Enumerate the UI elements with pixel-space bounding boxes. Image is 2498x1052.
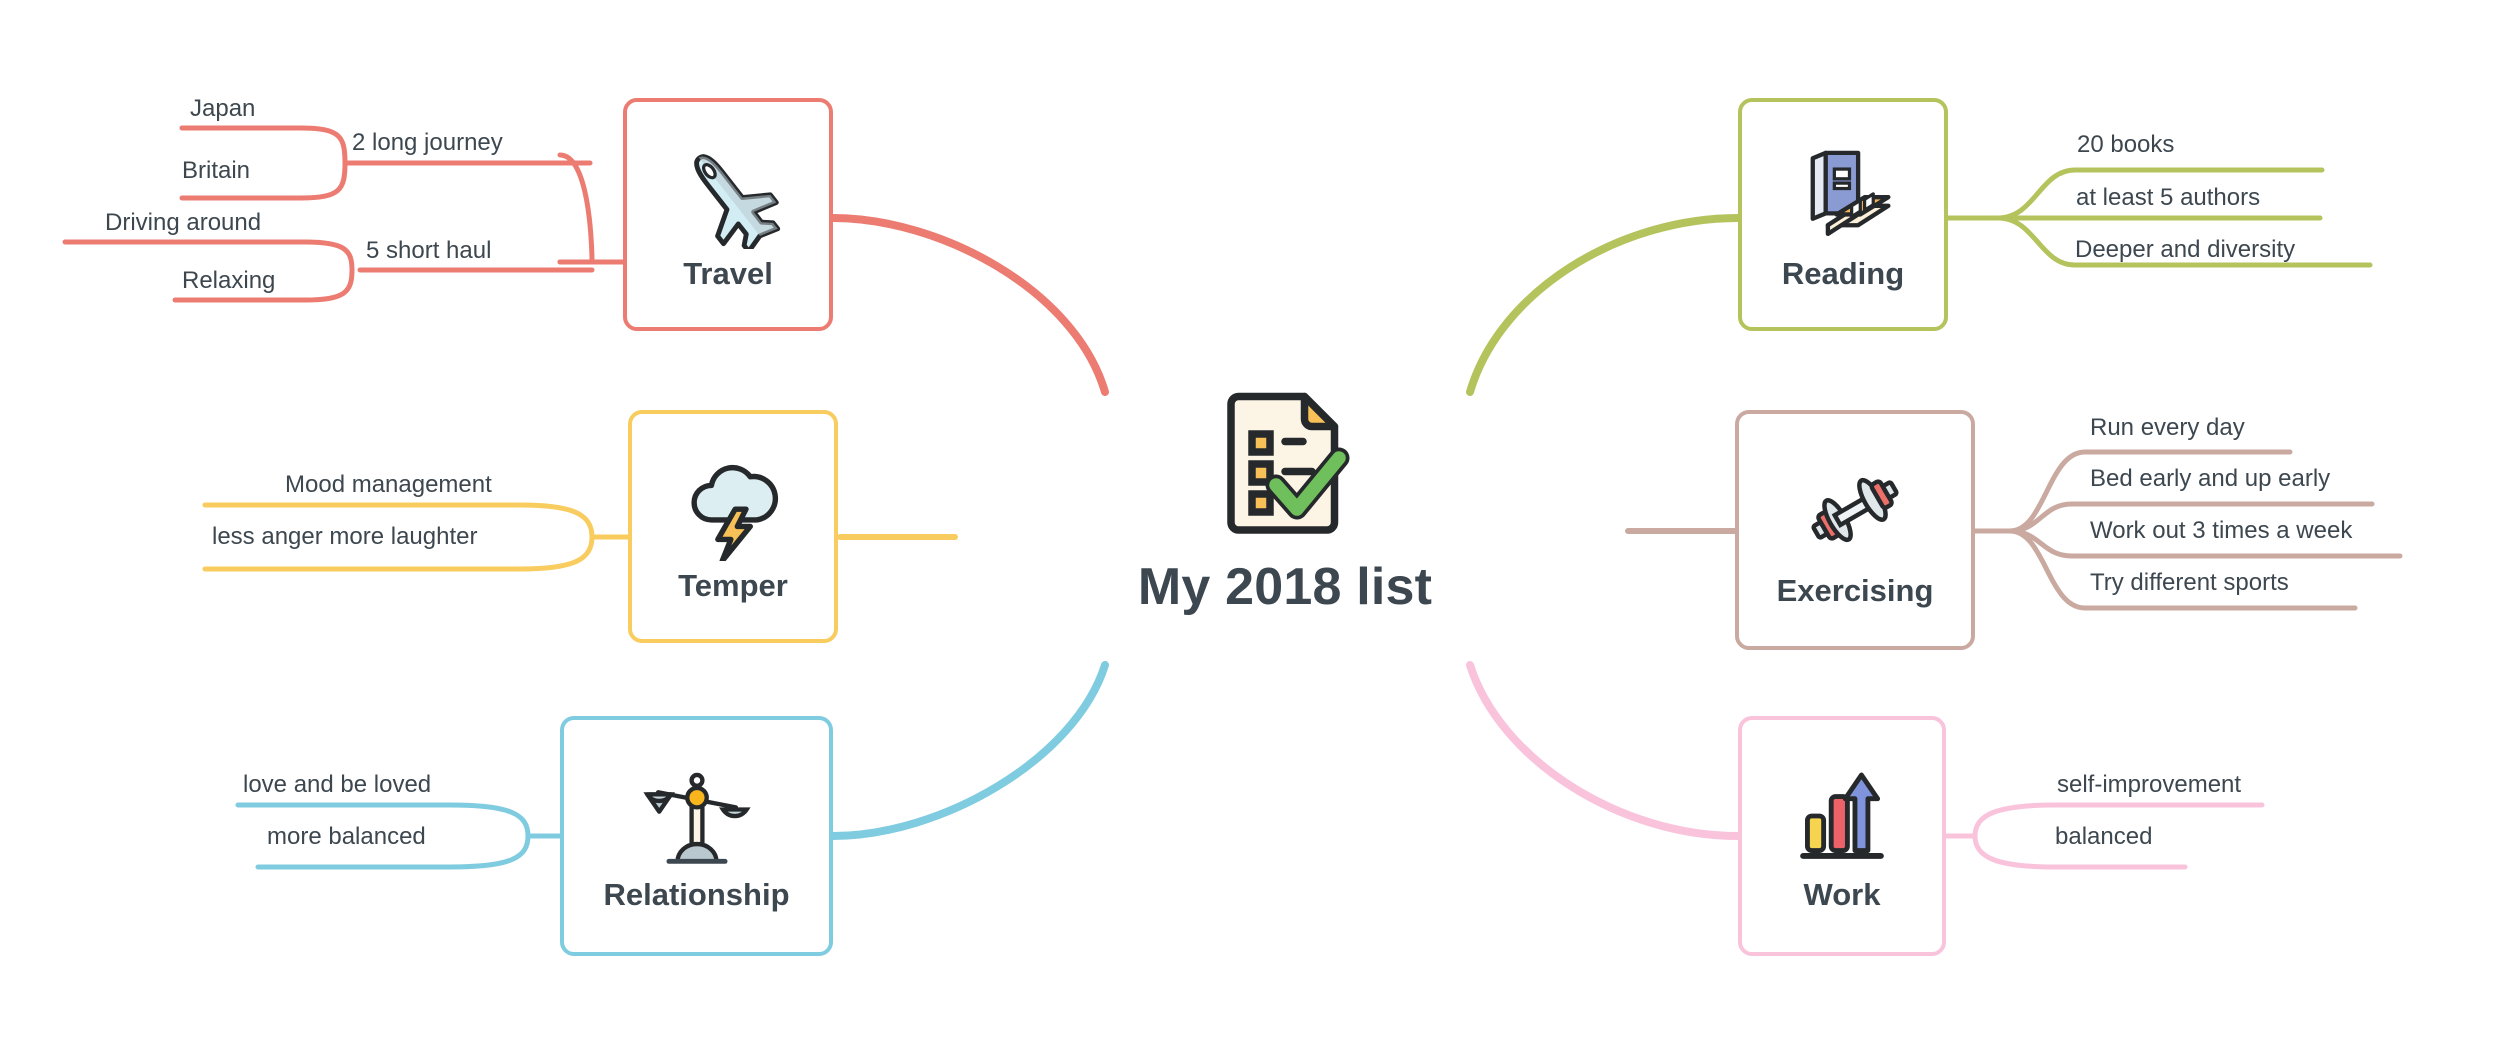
checklist-document-icon [1210,392,1360,547]
topic-box-temper[interactable]: Temper [628,410,838,643]
leaf-5-short-haul[interactable]: 5 short haul [366,238,491,263]
leaf-less-anger-more-laughter[interactable]: less anger more laughter [212,524,477,549]
leaf-relaxing[interactable]: Relaxing [182,268,275,293]
main-branch-relationship [829,661,1109,840]
topic-box-work[interactable]: Work [1738,716,1946,956]
leaf-bed-early-and-up-early[interactable]: Bed early and up early [2090,466,2330,491]
leaf-at-least-5-authors[interactable]: at least 5 authors [2076,185,2260,210]
main-branch-travel [829,214,1109,396]
leaf-britain[interactable]: Britain [182,158,250,183]
travel-child-bracket [557,152,595,265]
topic-label-reading: Reading [1781,255,1905,291]
leaf-2-long-journey[interactable]: 2 long journey [352,130,503,155]
growth-chart-icon [1788,762,1896,875]
leaf-mood-management[interactable]: Mood management [285,472,492,497]
leaf-self-improvement[interactable]: self-improvement [2057,772,2241,797]
topic-label-work: Work [1803,877,1881,912]
topic-label-relationship: Relationship [603,877,790,912]
leaf-deeper-and-diversity[interactable]: Deeper and diversity [2075,237,2295,262]
topic-box-travel[interactable]: Travel [623,98,833,331]
leaf-try-different-sports[interactable]: Try different sports [2090,570,2289,595]
center-topic[interactable]: My 2018 list [1125,392,1445,617]
center-topic-title: My 2018 list [1137,558,1433,616]
dumbbell-icon [1799,454,1911,571]
books-icon [1789,141,1897,254]
airplane-icon [674,141,782,254]
leaf-more-balanced[interactable]: more balanced [267,824,426,849]
leaf-driving-around[interactable]: Driving around [105,210,261,235]
topic-box-reading[interactable]: Reading [1738,98,1948,331]
mindmap-canvas: My 2018 list Travel 2 long journey 5 sho… [0,0,2498,1052]
topic-label-travel: Travel [683,255,773,291]
main-branch-reading [1466,214,1742,396]
leaf-japan[interactable]: Japan [190,96,255,121]
leaf-run-every-day[interactable]: Run every day [2090,415,2245,440]
storm-cloud-icon [679,453,787,566]
leaf-work-out-3-times-a-week[interactable]: Work out 3 times a week [2090,518,2352,543]
leaf-love-and-be-loved[interactable]: love and be loved [243,772,431,797]
leaf-balanced[interactable]: balanced [2055,824,2152,849]
topic-label-exercising: Exercising [1776,573,1934,608]
leaf-20-books[interactable]: 20 books [2077,132,2174,157]
topic-label-temper: Temper [678,567,788,603]
topic-box-exercising[interactable]: Exercising [1735,410,1975,650]
main-branch-work [1466,661,1742,840]
balance-scale-icon [642,762,751,875]
topic-box-relationship[interactable]: Relationship [560,716,833,956]
